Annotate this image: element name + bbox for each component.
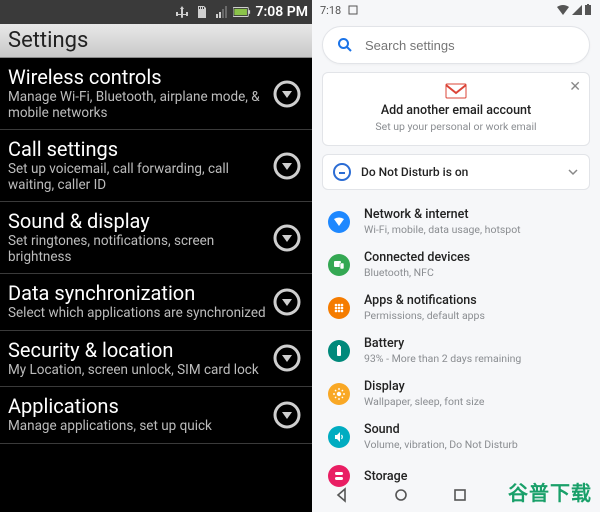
row-title: Connected devices: [364, 250, 470, 265]
nav-home-icon[interactable]: [393, 487, 409, 503]
row-title: Wireless controls: [8, 66, 266, 88]
settings-list: Network & internetWi-Fi, mobile, data us…: [312, 200, 600, 512]
brightness-icon: [328, 383, 350, 405]
settings-row-security-location[interactable]: Security & location My Location, screen …: [0, 331, 312, 388]
settings-row-apps[interactable]: Apps & notificationsPermissions, default…: [314, 286, 598, 329]
disclosure-icon: [272, 343, 302, 373]
battery-icon: [328, 340, 350, 362]
disclosure-icon: [272, 400, 302, 430]
dnd-banner[interactable]: Do Not Disturb is on: [322, 154, 590, 190]
devices-icon: [328, 254, 350, 276]
suggestion-card-add-email[interactable]: ✕ Add another email account Set up your …: [322, 72, 590, 146]
battery-icon: [583, 4, 592, 16]
sound-icon: [328, 426, 350, 448]
page-title: Settings: [0, 24, 312, 58]
disclosure-icon: [272, 223, 302, 253]
row-subtitle: My Location, screen unlock, SIM card loc…: [8, 363, 266, 379]
gmail-icon: [445, 83, 467, 99]
watermark-text: 谷普下载: [508, 477, 592, 506]
settings-list: Wireless controls Manage Wi-Fi, Bluetoot…: [0, 58, 312, 512]
row-subtitle: Manage Wi-Fi, Bluetooth, airplane mode, …: [8, 90, 266, 121]
status-bar: 7:08 PM: [0, 0, 312, 24]
settings-row-call-settings[interactable]: Call settings Set up voicemail, call for…: [0, 130, 312, 202]
wifi-icon: [555, 4, 570, 16]
row-subtitle: Select which applications are synchroniz…: [8, 306, 266, 322]
signal-icon: [213, 4, 231, 20]
row-title: Battery: [364, 336, 521, 351]
card-subtitle: Set up your personal or work email: [335, 120, 577, 133]
close-icon[interactable]: ✕: [569, 79, 581, 95]
settings-row-network[interactable]: Network & internetWi-Fi, mobile, data us…: [314, 200, 598, 243]
row-subtitle: Wi-Fi, mobile, data usage, hotspot: [364, 223, 521, 236]
android-legacy-settings-pane: 7:08 PM Settings Wireless controls Manag…: [0, 0, 312, 512]
notification-icon: [347, 5, 358, 15]
row-subtitle: Permissions, default apps: [364, 309, 485, 322]
search-input[interactable]: [365, 38, 575, 53]
disclosure-icon: [272, 151, 302, 181]
row-subtitle: Wallpaper, sleep, font size: [364, 395, 484, 408]
android-modern-settings-pane: 7:18 ✕ Add another email accou: [312, 0, 600, 512]
battery-icon: [233, 4, 251, 20]
settings-row-applications[interactable]: Applications Manage applications, set up…: [0, 387, 312, 444]
chevron-down-icon: [567, 166, 579, 178]
apps-icon: [328, 297, 350, 319]
row-title: Data synchronization: [8, 282, 266, 304]
row-title: Security & location: [8, 339, 266, 361]
wifi-icon: [328, 211, 350, 233]
status-bar: 7:18: [312, 0, 600, 20]
row-subtitle: 93% - More than 2 days remaining: [364, 352, 521, 365]
sdcard-icon: [193, 4, 211, 20]
nav-recents-icon[interactable]: [452, 487, 468, 503]
disclosure-icon: [272, 287, 302, 317]
dnd-icon: [333, 163, 351, 181]
settings-row-wireless-controls[interactable]: Wireless controls Manage Wi-Fi, Bluetoot…: [0, 58, 312, 130]
usb-icon: [173, 4, 191, 20]
settings-row-sound[interactable]: SoundVolume, vibration, Do Not Disturb: [314, 415, 598, 458]
settings-row-connected-devices[interactable]: Connected devicesBluetooth, NFC: [314, 243, 598, 286]
row-subtitle: Manage applications, set up quick: [8, 419, 266, 435]
row-title: Sound & display: [8, 210, 266, 232]
row-title: Network & internet: [364, 207, 521, 222]
row-title: Display: [364, 379, 484, 394]
nav-back-icon[interactable]: [334, 487, 350, 503]
row-subtitle: Set ringtones, notifications, screen bri…: [8, 234, 266, 265]
row-title: Applications: [8, 395, 266, 417]
row-title: Sound: [364, 422, 518, 437]
signal-icon: [570, 4, 583, 16]
row-subtitle: Set up voicemail, call forwarding, call …: [8, 162, 266, 193]
settings-row-display[interactable]: DisplayWallpaper, sleep, font size: [314, 372, 598, 415]
card-title: Add another email account: [335, 103, 577, 118]
row-subtitle: Bluetooth, NFC: [364, 266, 470, 279]
row-title: Apps & notifications: [364, 293, 485, 308]
status-time: 7:18: [320, 4, 341, 17]
settings-row-battery[interactable]: Battery93% - More than 2 days remaining: [314, 329, 598, 372]
settings-row-sound-display[interactable]: Sound & display Set ringtones, notificat…: [0, 202, 312, 274]
search-icon: [337, 37, 353, 53]
status-time: 7:08 PM: [255, 4, 308, 20]
row-title: Call settings: [8, 138, 266, 160]
search-bar[interactable]: [322, 26, 590, 64]
row-subtitle: Volume, vibration, Do Not Disturb: [364, 438, 518, 451]
settings-row-data-sync[interactable]: Data synchronization Select which applic…: [0, 274, 312, 331]
banner-title: Do Not Disturb is on: [361, 165, 567, 179]
disclosure-icon: [272, 79, 302, 109]
